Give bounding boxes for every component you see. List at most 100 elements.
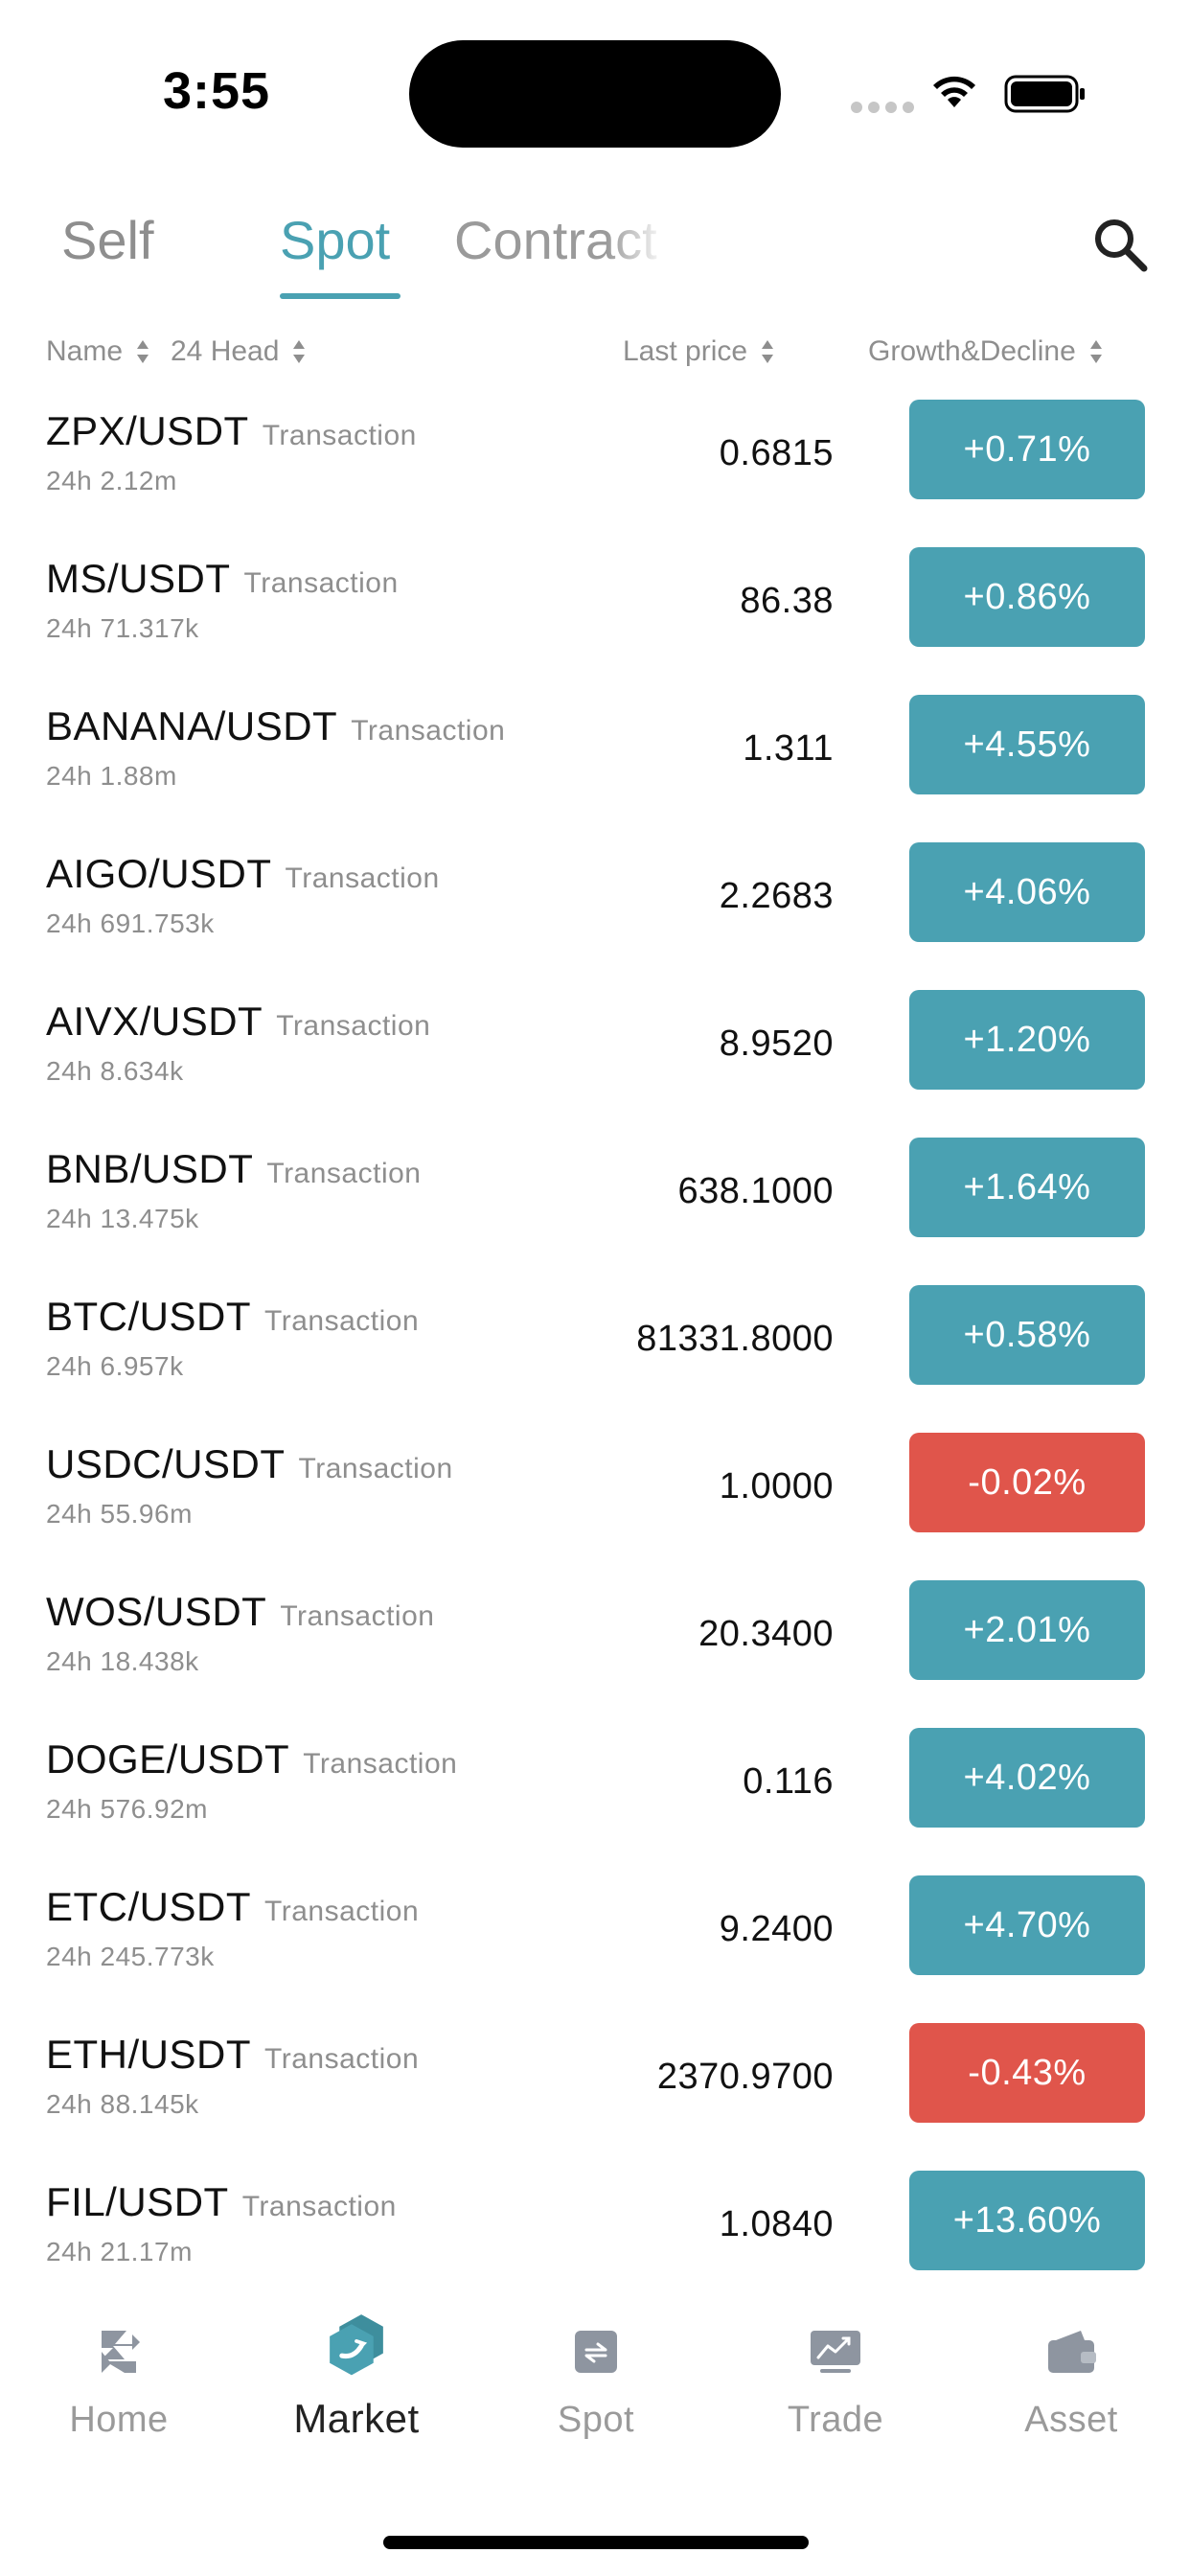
pair-tag: Transaction [298,1453,453,1484]
pair-tag: Transaction [280,1600,435,1632]
change-badge[interactable]: +4.55% [909,695,1145,794]
pair-name: BNB/USDT [46,1146,254,1191]
change-badge[interactable]: +4.70% [909,1875,1145,1975]
tab-self[interactable]: Self [61,209,154,271]
nav-trade[interactable]: Trade [740,2323,931,2441]
sort-by-name[interactable]: Name [46,335,149,368]
pair-name: ZPX/USDT [46,408,249,453]
pair-volume: 24h 13.475k [46,1204,199,1233]
pair-line: ZPX/USDT Transaction [46,408,417,454]
pair-volume: 24h 6.957k [46,1351,184,1381]
tab-contract[interactable]: Contract [454,209,657,271]
last-price: 2.2683 [719,876,834,916]
change-badge[interactable]: -0.02% [909,1433,1145,1532]
column-price-label: Last price [623,335,748,367]
pair-tag: Transaction [243,567,399,599]
last-price: 9.2400 [719,1909,834,1949]
nav-trade-label: Trade [787,2400,884,2440]
home-icon [102,2331,140,2373]
change-badge[interactable]: +13.60% [909,2171,1145,2270]
pair-name: MS/USDT [46,556,231,601]
change-badge[interactable]: +0.86% [909,547,1145,647]
pair-tag: Transaction [262,420,417,451]
change-badge[interactable]: +1.64% [909,1138,1145,1237]
pair-volume: 24h 2.12m [46,466,177,495]
pair-name: USDC/USDT [46,1441,286,1486]
pair-name: ETH/USDT [46,2032,251,2077]
pair-volume: 24h 1.88m [46,761,177,791]
last-price: 2370.9700 [656,2057,834,2097]
market-row[interactable]: AIVX/USDT Transaction 24h 8.634k 8.9520 +1.2… [0,981,1190,1129]
change-badge[interactable]: +4.02% [909,1728,1145,1828]
trade-icon [811,2331,860,2373]
last-price: 20.3400 [698,1614,834,1654]
wallet-icon [1048,2331,1096,2373]
nav-market-label: Market [293,2396,420,2441]
pair-line: MS/USDT Transaction [46,556,399,602]
market-row[interactable]: BANANA/USDT Transaction 24h 1.88m 1.311 +4.5… [0,686,1190,834]
change-badge[interactable]: +1.20% [909,990,1145,1090]
last-price: 0.116 [743,1761,834,1802]
sort-by-24h-head[interactable]: 24 Head [171,335,306,368]
change-badge[interactable]: +0.71% [909,400,1145,499]
pair-name: BTC/USDT [46,1294,251,1339]
nav-home[interactable]: Home [23,2323,215,2441]
change-badge[interactable]: +4.06% [909,842,1145,942]
market-row[interactable]: FIL/USDT Transaction 24h 21.17m 1.0840 +13.6… [0,2162,1190,2310]
market-row[interactable]: BTC/USDT Transaction 24h 6.957k 81331.8000 +… [0,1276,1190,1424]
status-time: 3:55 [163,62,271,120]
market-row[interactable]: ETH/USDT Transaction 24h 88.145k 2370.9700 -… [0,2014,1190,2162]
last-price: 86.38 [740,581,834,621]
market-row[interactable]: USDC/USDT Transaction 24h 55.96m 1.0000 -0.0… [0,1424,1190,1572]
market-row[interactable]: BNB/USDT Transaction 24h 13.475k 638.1000 +1… [0,1129,1190,1276]
change-badge[interactable]: -0.43% [909,2023,1145,2123]
sort-by-growth[interactable]: Growth&Decline [868,335,1103,368]
nav-asset[interactable]: Asset [975,2323,1167,2441]
pair-line: AIVX/USDT Transaction [46,999,430,1045]
pair-line: ETC/USDT Transaction [46,1884,419,1930]
last-price: 8.9520 [719,1024,834,1064]
market-row[interactable]: DOGE/USDT Transaction 24h 576.92m 0.116 +4.0… [0,1719,1190,1867]
pair-tag: Transaction [351,715,506,747]
nav-home-label: Home [69,2400,169,2440]
pair-line: FIL/USDT Transaction [46,2179,397,2225]
nav-asset-label: Asset [1024,2400,1118,2440]
market-row[interactable]: WOS/USDT Transaction 24h 18.438k 20.3400 +2.… [0,1572,1190,1719]
pair-line: BANANA/USDT Transaction [46,703,505,749]
pair-volume: 24h 8.634k [46,1056,184,1086]
pair-name: WOS/USDT [46,1589,267,1634]
nav-spot[interactable]: Spot [500,2323,692,2441]
market-row[interactable]: ETC/USDT Transaction 24h 245.773k 9.2400 +4.… [0,1867,1190,2014]
battery-icon [1004,75,1085,113]
pair-tag: Transaction [264,1896,420,1927]
market-list: ZPX/USDT Transaction 24h 2.12m 0.6815 +0.71%… [0,391,1190,2310]
pair-line: BTC/USDT Transaction [46,1294,419,1340]
pair-tag: Transaction [264,2043,420,2075]
last-price: 1.0840 [719,2204,834,2244]
nav-market[interactable]: Market [261,2314,452,2442]
dynamic-island [409,40,781,148]
pair-line: USDC/USDT Transaction [46,1441,453,1487]
change-badge[interactable]: +2.01% [909,1580,1145,1680]
market-row[interactable]: ZPX/USDT Transaction 24h 2.12m 0.6815 +0.71% [0,391,1190,539]
sort-by-last-price[interactable]: Last price [623,335,774,368]
column-growth-label: Growth&Decline [868,335,1076,367]
sort-icon [762,340,774,363]
pair-name: FIL/USDT [46,2179,229,2224]
last-price: 81331.8000 [636,1319,834,1359]
pair-volume: 24h 55.96m [46,1499,193,1529]
search-icon[interactable] [1087,211,1154,278]
column-header: Name 24 Head Last price Growth&Decline [0,326,1190,376]
pair-name: DOGE/USDT [46,1736,290,1782]
market-row[interactable]: AIGO/USDT Transaction 24h 691.753k 2.2683 +4… [0,834,1190,981]
market-row[interactable]: MS/USDT Transaction 24h 71.317k 86.38 +0.86% [0,539,1190,686]
bottom-nav: Home Market Spot Trade Asset [0,2300,1190,2472]
pair-line: DOGE/USDT Transaction [46,1736,457,1782]
spot-icon [575,2331,617,2373]
tab-spot[interactable]: Spot [280,209,390,271]
nav-spot-label: Spot [557,2400,635,2440]
pair-tag: Transaction [285,862,440,894]
change-badge[interactable]: +0.58% [909,1285,1145,1385]
column-head-label: 24 Head [171,335,280,367]
status-bar: 3:55 [0,0,1190,182]
